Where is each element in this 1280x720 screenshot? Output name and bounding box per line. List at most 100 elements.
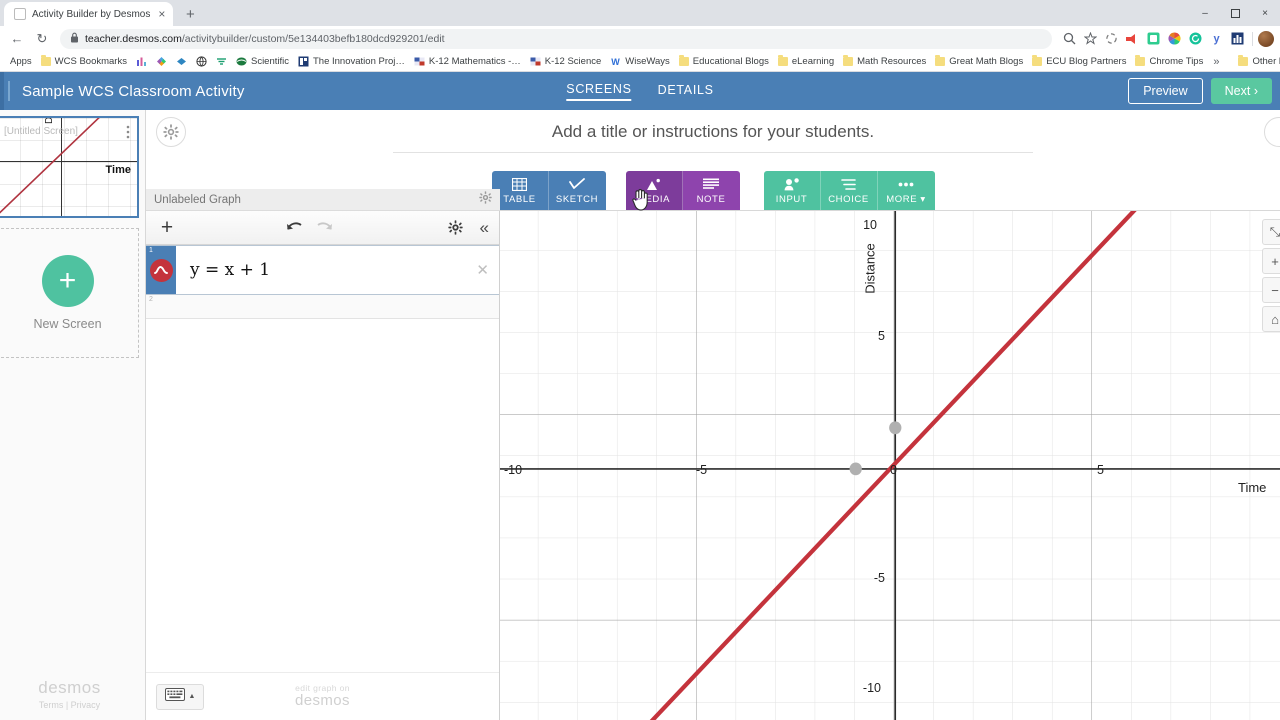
- expression-row[interactable]: 1 y = x + 1 ✕: [146, 245, 499, 295]
- other-bookmarks-folder[interactable]: Other bookmarks: [1234, 55, 1280, 68]
- folder-icon: [1135, 55, 1146, 66]
- note-label: NOTE: [696, 193, 726, 205]
- screen-editor: Add a title or instructions for your stu…: [146, 110, 1280, 720]
- extension-icons: y: [1059, 29, 1274, 49]
- keyboard-caret-icon: ▲: [188, 693, 196, 700]
- address-bar[interactable]: teacher.desmos.com/activitybuilder/custo…: [60, 28, 1052, 49]
- redo-icon[interactable]: [316, 221, 333, 235]
- new-tab-button[interactable]: +: [179, 3, 201, 25]
- bookmark-item[interactable]: [132, 55, 151, 68]
- gear-icon[interactable]: [156, 117, 186, 147]
- bookmark-item[interactable]: ECU Blog Partners: [1028, 55, 1130, 68]
- extension-green-note-icon[interactable]: [1143, 29, 1163, 49]
- extension-sync-icon[interactable]: [1101, 29, 1121, 49]
- graph-settings-icon[interactable]: [448, 220, 463, 235]
- expression-index-cell: 1: [146, 246, 176, 294]
- plus-icon: +: [41, 255, 94, 307]
- add-note-button[interactable]: NOTE: [682, 171, 740, 211]
- keyboard-toggle-button[interactable]: ▲: [156, 683, 204, 710]
- gear-icon[interactable]: [479, 190, 492, 209]
- maximize-icon[interactable]: [1220, 0, 1250, 26]
- bookmark-item[interactable]: WCS Bookmarks: [37, 55, 131, 68]
- bookmark-item[interactable]: Scientific: [232, 55, 293, 68]
- expression-row[interactable]: 2: [146, 295, 499, 319]
- bookmark-label: WiseWays: [625, 56, 670, 67]
- terms-privacy-links[interactable]: Terms | Privacy: [0, 700, 139, 710]
- choice-label: CHOICE: [828, 193, 869, 205]
- tab-screens[interactable]: SCREENS: [566, 82, 632, 101]
- bookmark-item[interactable]: Chrome Tips: [1131, 55, 1207, 68]
- desmos-footer: desmos Terms | Privacy: [0, 678, 139, 710]
- graph-canvas[interactable]: -10 -5 0 5 10 5 -5 -10 Distance Time ⤡ +…: [500, 211, 1280, 720]
- window-close-icon[interactable]: ×: [1250, 0, 1280, 26]
- folder-icon: [843, 55, 854, 66]
- add-expression-icon[interactable]: +: [154, 217, 180, 238]
- zoom-reset-button[interactable]: ⤡: [1262, 219, 1280, 245]
- zoom-out-button[interactable]: −: [1262, 277, 1280, 303]
- screen-options-button[interactable]: [1264, 117, 1280, 147]
- avatar[interactable]: [1258, 30, 1274, 47]
- search-icon[interactable]: [1059, 29, 1079, 49]
- undo-icon[interactable]: [286, 221, 303, 235]
- page-title[interactable]: Sample WCS Classroom Activity: [22, 83, 245, 100]
- expression-math-field[interactable]: y = x + 1: [176, 246, 499, 294]
- back-icon[interactable]: ←: [6, 28, 28, 50]
- bookmark-item[interactable]: [152, 55, 171, 68]
- folder-icon: [1032, 55, 1043, 66]
- extension-grammarly-icon[interactable]: [1185, 29, 1205, 49]
- diamond-icon: [176, 56, 187, 67]
- delete-expression-icon[interactable]: ✕: [476, 261, 489, 279]
- bookmark-item[interactable]: eLearning: [774, 55, 838, 68]
- browser-tab[interactable]: Activity Builder by Desmos ×: [4, 2, 174, 26]
- bookmark-item[interactable]: Great Math Blogs: [931, 55, 1027, 68]
- bookmark-item[interactable]: Educational Blogs: [675, 55, 773, 68]
- extension-y-icon[interactable]: y: [1206, 29, 1226, 49]
- tab-details[interactable]: DETAILS: [658, 83, 714, 100]
- instructions-input[interactable]: Add a title or instructions for your stu…: [393, 122, 1033, 153]
- preview-button[interactable]: Preview: [1128, 78, 1203, 104]
- activity-nav: SCREENS DETAILS: [566, 82, 713, 101]
- bookmarks-overflow-button[interactable]: »: [1208, 56, 1224, 68]
- extension-chart-icon[interactable]: [1227, 29, 1247, 49]
- reload-icon[interactable]: ↻: [31, 28, 53, 50]
- next-button[interactable]: Next ›: [1210, 78, 1272, 104]
- add-table-button[interactable]: TABLE: [491, 171, 549, 211]
- extension-red-icon[interactable]: [1122, 29, 1142, 49]
- kebab-menu-icon[interactable]: [123, 122, 133, 142]
- close-icon[interactable]: ×: [156, 8, 167, 20]
- bookmark-item[interactable]: Math Resources: [839, 55, 930, 68]
- bookmark-label: Math Resources: [857, 56, 927, 67]
- add-choice-button[interactable]: CHOICE: [820, 171, 878, 211]
- graph-component: + « 1: [146, 189, 1280, 720]
- toolbar-group-purple: MEDIA NOTE: [625, 171, 740, 215]
- bookmark-item[interactable]: [192, 55, 211, 68]
- home-button[interactable]: ⌂: [1262, 306, 1280, 332]
- double-chevron-left-icon[interactable]: «: [480, 219, 489, 236]
- bookmark-item[interactable]: K-12 Mathematics -…: [410, 55, 525, 68]
- apps-shortcut[interactable]: Apps: [6, 55, 36, 68]
- more-components-button[interactable]: MORE ▾: [877, 171, 935, 211]
- graph-title-input[interactable]: [154, 193, 471, 206]
- bookmark-item[interactable]: W WiseWays: [606, 55, 674, 68]
- window-icon: [298, 56, 309, 67]
- bookmark-item[interactable]: [172, 55, 191, 68]
- screen-title: [Untitled Screen]: [4, 126, 78, 137]
- curve-color-swatch[interactable]: [149, 258, 173, 282]
- extension-color-wheel-icon[interactable]: [1164, 29, 1184, 49]
- bookmark-item[interactable]: The Innovation Proj…: [294, 55, 409, 68]
- add-media-button[interactable]: MEDIA: [625, 171, 683, 211]
- zoom-in-button[interactable]: +: [1262, 248, 1280, 274]
- add-sketch-button[interactable]: SKETCH: [548, 171, 606, 211]
- screen-thumbnail-card[interactable]: Distance Time [Untitled Screen]: [0, 116, 139, 218]
- add-input-button[interactable]: INPUT: [763, 171, 821, 211]
- new-screen-label: New Screen: [33, 317, 102, 331]
- sketch-label: SKETCH: [555, 193, 599, 205]
- bookmark-label: Chrome Tips: [1149, 56, 1204, 67]
- svg-text:y: y: [1213, 33, 1220, 45]
- minimize-icon[interactable]: –: [1190, 0, 1220, 26]
- bookmark-item[interactable]: [212, 55, 231, 68]
- bookmark-item[interactable]: K-12 Science: [526, 55, 606, 68]
- new-screen-button[interactable]: + New Screen: [0, 228, 139, 358]
- w-icon: W: [610, 56, 621, 67]
- bookmark-star-icon[interactable]: [1080, 29, 1100, 49]
